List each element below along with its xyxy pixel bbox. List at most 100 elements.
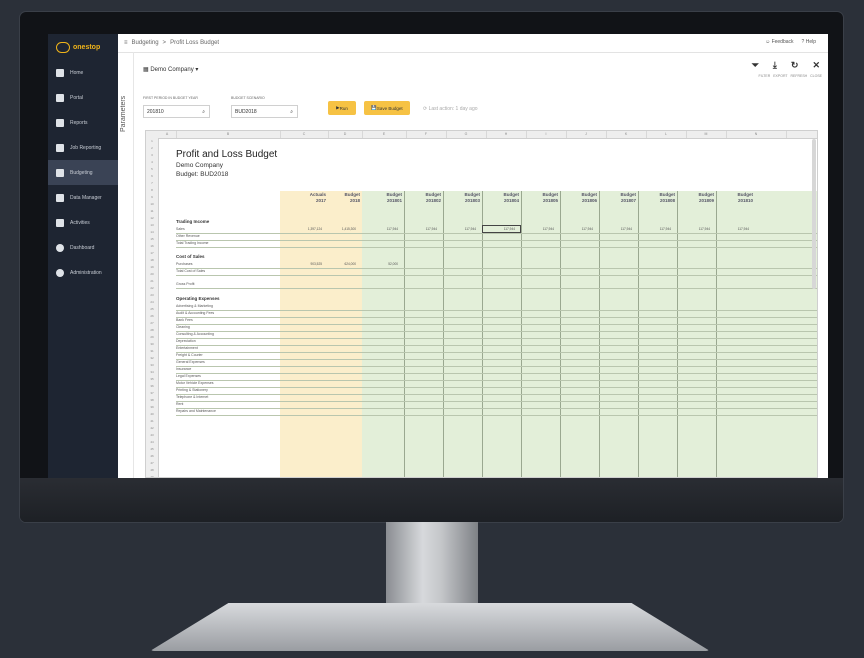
- column-letter[interactable]: E: [362, 131, 407, 138]
- budget-cell[interactable]: 117,944: [402, 227, 437, 231]
- row-number[interactable]: 36: [146, 384, 158, 388]
- budget-cell[interactable]: 117,944: [675, 227, 710, 231]
- menu-icon[interactable]: ≡: [124, 40, 128, 46]
- budget-scenario-input[interactable]: BUD2018 ⌕: [231, 105, 298, 118]
- row-number[interactable]: 25: [146, 307, 158, 311]
- column-letter[interactable]: I: [526, 131, 567, 138]
- parameters-panel-toggle[interactable]: Parameters: [118, 52, 134, 478]
- sidebar-item-home[interactable]: Home: [48, 60, 118, 85]
- row-number[interactable]: 15: [146, 237, 158, 241]
- row-number[interactable]: 35: [146, 377, 158, 381]
- row-number[interactable]: 22: [146, 286, 158, 290]
- help-link[interactable]: ? Help: [802, 39, 816, 45]
- row-number[interactable]: 28: [146, 328, 158, 332]
- budget-cell[interactable]: 117,944: [636, 227, 671, 231]
- budget-cell[interactable]: 1,397,124: [278, 227, 322, 231]
- row-number[interactable]: 19: [146, 265, 158, 269]
- row-number[interactable]: 46: [146, 454, 158, 458]
- row-number[interactable]: 27: [146, 321, 158, 325]
- breadcrumb-item[interactable]: Budgeting: [132, 40, 159, 46]
- column-letter[interactable]: L: [646, 131, 687, 138]
- row-number[interactable]: 3: [146, 153, 158, 157]
- budget-cell[interactable]: 117,944: [519, 227, 554, 231]
- column-letter[interactable]: N: [726, 131, 787, 138]
- sidebar-item-job-reporting[interactable]: Job Reporting: [48, 135, 118, 160]
- selected-cell[interactable]: [482, 225, 521, 233]
- spreadsheet[interactable]: ABCDEFGHIJKLMN 1 2 3 4 5 6 7 8 9 10 11 12 13 14 15 16 17…: [145, 130, 818, 478]
- row-number[interactable]: 5: [146, 167, 158, 171]
- sidebar-item-administration[interactable]: Administration: [48, 260, 118, 285]
- budget-cell[interactable]: 624,000: [326, 262, 356, 266]
- column-letter[interactable]: K: [606, 131, 647, 138]
- first-period-input[interactable]: 201810 ⌕: [143, 105, 210, 118]
- logo[interactable]: onestop: [48, 34, 118, 60]
- company-selector[interactable]: ▦ Demo Company ▾: [143, 66, 198, 73]
- row-number[interactable]: 7: [146, 181, 158, 185]
- budget-cell[interactable]: 1,415,300: [326, 227, 356, 231]
- row-number[interactable]: 13: [146, 223, 158, 227]
- budget-cell[interactable]: 903,525: [278, 262, 322, 266]
- row-number[interactable]: 10: [146, 202, 158, 206]
- sidebar-item-reports[interactable]: Reports: [48, 110, 118, 135]
- column-letter[interactable]: B: [176, 131, 281, 138]
- row-number[interactable]: 17: [146, 251, 158, 255]
- row-number[interactable]: 33: [146, 363, 158, 367]
- budget-cell[interactable]: 52,000: [360, 262, 398, 266]
- column-letter[interactable]: A: [158, 131, 177, 138]
- row-number[interactable]: 1: [146, 139, 158, 143]
- row-number[interactable]: 49: [146, 475, 158, 477]
- column-letter[interactable]: M: [686, 131, 727, 138]
- row-number[interactable]: 9: [146, 195, 158, 199]
- row-number[interactable]: 32: [146, 356, 158, 360]
- vertical-scrollbar[interactable]: [812, 139, 816, 289]
- filter-icon[interactable]: ⏷: [752, 60, 759, 71]
- budget-cell[interactable]: 117,944: [597, 227, 632, 231]
- row-number[interactable]: 2: [146, 146, 158, 150]
- search-icon[interactable]: ⌕: [290, 109, 293, 115]
- row-number[interactable]: 20: [146, 272, 158, 276]
- row-number[interactable]: 37: [146, 391, 158, 395]
- sidebar-item-dashboard[interactable]: Dashboard: [48, 235, 118, 260]
- save-budget-button[interactable]: 💾 Save Budget: [364, 101, 410, 115]
- budget-cell[interactable]: 117,944: [714, 227, 749, 231]
- column-letter[interactable]: F: [406, 131, 447, 138]
- export-icon[interactable]: ⤓: [773, 60, 777, 71]
- row-number[interactable]: 43: [146, 433, 158, 437]
- sidebar-item-activities[interactable]: Activities: [48, 210, 118, 235]
- column-letter[interactable]: G: [446, 131, 487, 138]
- row-number[interactable]: 16: [146, 244, 158, 248]
- row-number[interactable]: 44: [146, 440, 158, 444]
- feedback-link[interactable]: ☺ Feedback: [765, 39, 793, 45]
- sidebar-item-portal[interactable]: Portal: [48, 85, 118, 110]
- refresh-icon[interactable]: ↻: [791, 60, 799, 71]
- budget-cell[interactable]: 117,944: [558, 227, 593, 231]
- row-number[interactable]: 4: [146, 160, 158, 164]
- column-letter[interactable]: D: [328, 131, 363, 138]
- row-number[interactable]: 23: [146, 293, 158, 297]
- row-number[interactable]: 40: [146, 412, 158, 416]
- row-number[interactable]: 45: [146, 447, 158, 451]
- row-number[interactable]: 42: [146, 426, 158, 430]
- row-number[interactable]: 30: [146, 342, 158, 346]
- row-number[interactable]: 31: [146, 349, 158, 353]
- row-number[interactable]: 34: [146, 370, 158, 374]
- row-number[interactable]: 41: [146, 419, 158, 423]
- row-number[interactable]: 6: [146, 174, 158, 178]
- row-number[interactable]: 47: [146, 461, 158, 465]
- column-letter[interactable]: C: [280, 131, 329, 138]
- row-number[interactable]: 21: [146, 279, 158, 283]
- row-number[interactable]: 29: [146, 335, 158, 339]
- row-number[interactable]: 48: [146, 468, 158, 472]
- row-number[interactable]: 14: [146, 230, 158, 234]
- column-letter[interactable]: J: [566, 131, 607, 138]
- row-number[interactable]: 18: [146, 258, 158, 262]
- search-icon[interactable]: ⌕: [202, 109, 205, 115]
- row-number[interactable]: 12: [146, 216, 158, 220]
- budget-cell[interactable]: 117,944: [360, 227, 398, 231]
- row-number[interactable]: 39: [146, 405, 158, 409]
- run-button[interactable]: ▶ Run: [328, 101, 356, 115]
- column-letter[interactable]: H: [486, 131, 527, 138]
- row-number[interactable]: 38: [146, 398, 158, 402]
- row-number[interactable]: 11: [146, 209, 158, 213]
- row-number[interactable]: 26: [146, 314, 158, 318]
